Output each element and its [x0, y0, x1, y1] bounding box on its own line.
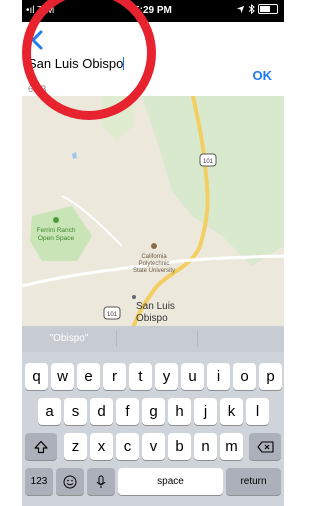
emoji-key[interactable] [56, 468, 84, 495]
status-right-icons [236, 4, 278, 15]
key-f[interactable]: f [116, 398, 139, 425]
shift-key[interactable] [25, 433, 57, 460]
key-q[interactable]: q [25, 363, 48, 390]
key-d[interactable]: d [90, 398, 113, 425]
shift-icon [34, 440, 48, 454]
backspace-icon [256, 441, 274, 453]
numbers-key[interactable]: 123 [25, 468, 53, 495]
text-caret [123, 57, 125, 70]
emoji-icon [63, 475, 77, 489]
key-e[interactable]: e [77, 363, 100, 390]
ferrini-label-1: Ferrini Ranch [36, 227, 75, 234]
key-l[interactable]: l [246, 398, 269, 425]
key-w[interactable]: w [51, 363, 74, 390]
map-view[interactable]: 101 101 Ferrini Ranch Open Space Califor… [22, 96, 284, 326]
key-j[interactable]: j [194, 398, 217, 425]
suggestion-1[interactable]: "Obispo" [22, 326, 116, 352]
ok-button[interactable]: OK [253, 68, 273, 83]
city-dot [132, 295, 136, 299]
bluetooth-icon [248, 4, 255, 15]
key-s[interactable]: s [64, 398, 87, 425]
suggestion-2[interactable] [117, 326, 197, 352]
suggestion-bar: "Obispo" [22, 326, 284, 352]
space-key[interactable]: space [118, 468, 223, 495]
delete-key[interactable] [249, 433, 281, 460]
key-u[interactable]: u [181, 363, 204, 390]
highway-label-top: 101 [203, 159, 214, 165]
park-icon [53, 217, 59, 223]
back-chevron-icon[interactable] [26, 28, 50, 52]
university-icon [151, 243, 157, 249]
highway-shield-top: 101 [199, 153, 217, 167]
dictation-key[interactable] [87, 468, 115, 495]
map-canvas: 101 101 Ferrini Ranch Open Space Califor… [22, 96, 284, 326]
key-c[interactable]: c [116, 433, 139, 460]
cal-label-2: Polytechnic [139, 261, 170, 267]
key-k[interactable]: k [220, 398, 243, 425]
key-o[interactable]: o [233, 363, 256, 390]
keyboard: "Obispo" q w e r t y u i o p a s d f g h… [22, 326, 284, 506]
key-v[interactable]: v [142, 433, 165, 460]
key-x[interactable]: x [90, 433, 113, 460]
key-g[interactable]: g [142, 398, 165, 425]
highway-shield-bottom: 101 [103, 306, 121, 320]
map-name-value: San Luis Obispo [28, 56, 124, 71]
city-label-1: San Luis [136, 301, 175, 312]
key-b[interactable]: b [168, 433, 191, 460]
download-size: 6MB [28, 84, 47, 94]
location-icon [237, 5, 245, 13]
key-r[interactable]: r [103, 363, 126, 390]
key-t[interactable]: t [129, 363, 152, 390]
battery-icon [258, 4, 278, 15]
key-p[interactable]: p [259, 363, 282, 390]
key-y[interactable]: y [155, 363, 178, 390]
key-m[interactable]: m [220, 433, 243, 460]
key-i[interactable]: i [207, 363, 230, 390]
cal-label-1: California [141, 254, 167, 260]
highway-label-bottom: 101 [107, 312, 118, 318]
key-h[interactable]: h [168, 398, 191, 425]
cal-label-3: State University [133, 268, 175, 274]
microphone-icon [96, 475, 106, 489]
nav-bar: San Luis Obispo OK 6MB [22, 22, 284, 97]
city-label-2: Obispo [136, 313, 168, 324]
key-z[interactable]: z [64, 433, 87, 460]
key-n[interactable]: n [194, 433, 217, 460]
return-key[interactable]: return [226, 468, 281, 495]
map-name-input[interactable]: San Luis Obispo [28, 56, 125, 71]
status-bar: •ıl T-M 5:29 PM [22, 0, 284, 22]
phone-screen: •ıl T-M 5:29 PM San Luis Obispo OK 6MB 1… [22, 0, 284, 506]
suggestion-3[interactable] [198, 326, 284, 352]
ferrini-label-2: Open Space [38, 235, 75, 242]
key-a[interactable]: a [38, 398, 61, 425]
